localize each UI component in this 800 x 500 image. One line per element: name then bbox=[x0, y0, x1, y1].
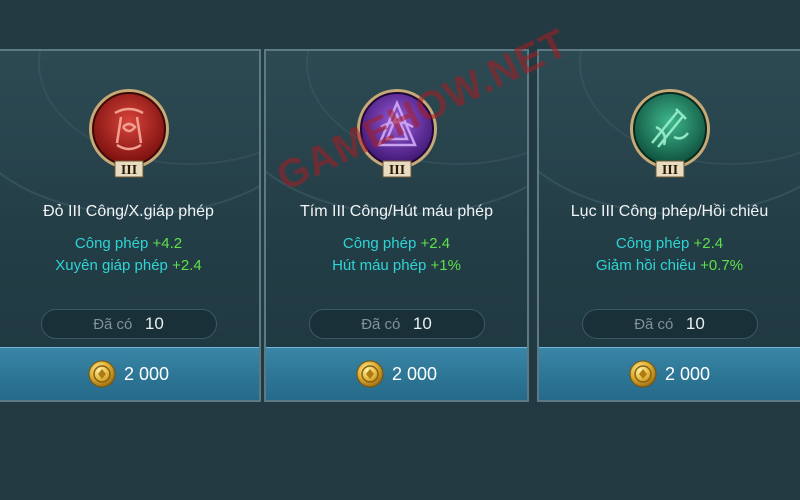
rune-title: Tím III Công/Hút máu phép bbox=[300, 203, 493, 220]
svg-text:III: III bbox=[120, 163, 136, 178]
rune-title: Đỏ III Công/X.giáp phép bbox=[43, 203, 214, 220]
owned-label: Đã có bbox=[634, 316, 674, 333]
owned-label: Đã có bbox=[361, 316, 401, 333]
svg-text:III: III bbox=[388, 163, 404, 178]
owned-count: 10 bbox=[685, 314, 705, 333]
stat-line: Xuyên giáp phép +2.4 bbox=[55, 257, 202, 274]
rune-title: Lục III Công phép/Hồi chiêu bbox=[570, 203, 769, 220]
buy-button[interactable]: 2 000 bbox=[0, 347, 259, 400]
owned-count-pill: Đã có 10 bbox=[581, 309, 758, 339]
owned-count-pill: Đã có 10 bbox=[40, 309, 217, 339]
owned-count: 10 bbox=[144, 314, 164, 333]
price: 2 000 bbox=[391, 363, 438, 384]
owned-count-pill: Đã có 10 bbox=[308, 309, 485, 339]
svg-text:III: III bbox=[661, 163, 677, 178]
buy-button[interactable]: 2 000 bbox=[539, 347, 800, 400]
rune-card-green[interactable]: III Lục III Công phép/Hồi chiêu Công phé… bbox=[537, 49, 800, 402]
gold-coin-icon bbox=[629, 360, 657, 388]
owned-count: 10 bbox=[412, 314, 432, 333]
stat-line: Giảm hồi chiêu +0.7% bbox=[595, 257, 744, 274]
price: 2 000 bbox=[664, 363, 711, 384]
gold-coin-icon bbox=[356, 360, 384, 388]
green-rune-emblem-icon: III bbox=[629, 89, 710, 178]
rune-card-red[interactable]: III Đỏ III Công/X.giáp phép Công phép +4… bbox=[0, 49, 261, 402]
owned-label: Đã có bbox=[93, 316, 133, 333]
red-rune-emblem-icon: III bbox=[88, 89, 169, 178]
gold-coin-icon bbox=[88, 360, 116, 388]
stat-line: Công phép +2.4 bbox=[342, 235, 451, 252]
stat-line: Công phép +2.4 bbox=[615, 235, 724, 252]
price: 2 000 bbox=[123, 363, 170, 384]
stat-line: Hút máu phép +1% bbox=[332, 257, 461, 274]
stat-line: Công phép +4.2 bbox=[74, 235, 183, 252]
buy-button[interactable]: 2 000 bbox=[266, 347, 527, 400]
